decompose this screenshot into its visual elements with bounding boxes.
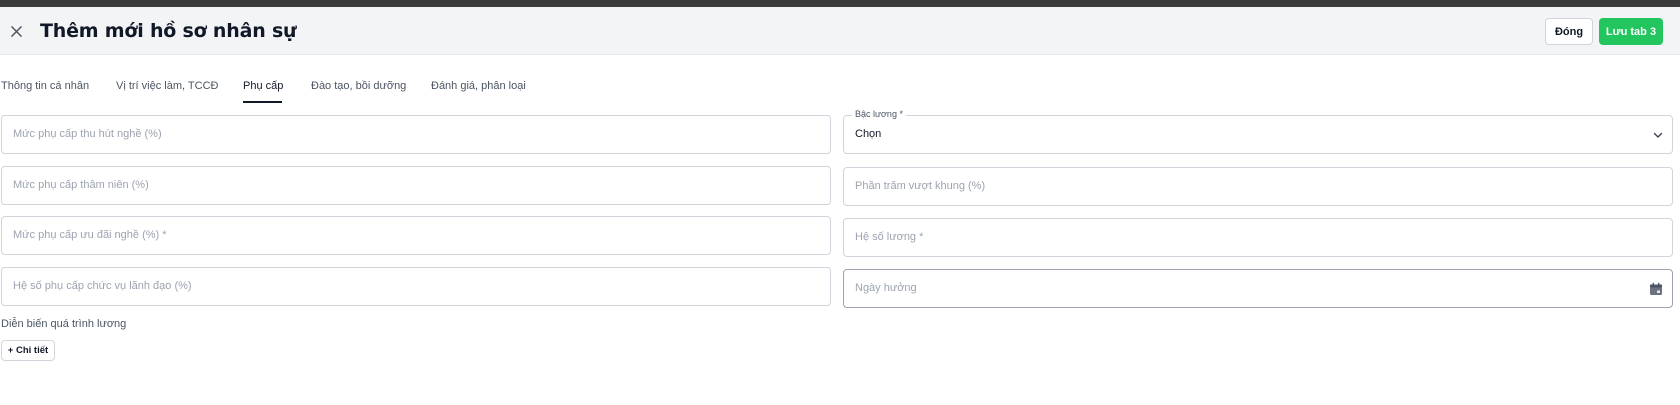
modal-header: Thêm mới hồ sơ nhân sự Đóng Lưu tab 3 — [0, 7, 1680, 55]
preferential-allowance-input[interactable]: Mức phụ cấp ưu đãi nghề (%) * — [1, 216, 831, 255]
salary-grade-label: Bậc lương * — [852, 109, 906, 119]
input-placeholder: Mức phụ cấp thâm niên (%) — [13, 179, 149, 191]
input-placeholder: Phần trăm vượt khung (%) — [855, 180, 986, 192]
close-icon — [10, 25, 22, 37]
tab-training[interactable]: Đào tạo, bồi dưỡng — [311, 80, 406, 92]
close-text-button[interactable]: Đóng — [1545, 18, 1593, 45]
add-detail-button[interactable]: + Chi tiết — [1, 340, 55, 361]
tab-bar: Thông tin cá nhân Vị trí việc làm, TCCĐ … — [0, 76, 700, 104]
tab-allowance[interactable]: Phụ cấp — [243, 80, 283, 92]
salary-grade-select[interactable]: Bậc lương * Chọn — [843, 109, 1673, 154]
input-placeholder: Ngày hưởng — [855, 282, 917, 294]
input-placeholder: Mức phụ cấp ưu đãi nghề (%) * — [13, 229, 167, 241]
active-tab-indicator — [243, 101, 282, 103]
chevron-down-icon — [1653, 132, 1663, 138]
tab-job-position[interactable]: Vị trí việc làm, TCCĐ — [116, 80, 218, 92]
attraction-allowance-input[interactable]: Mức phụ cấp thu hút nghề (%) — [1, 115, 831, 154]
over-frame-percent-input[interactable]: Phần trăm vượt khung (%) — [843, 167, 1673, 206]
calendar-icon[interactable] — [1649, 282, 1663, 296]
seniority-allowance-input[interactable]: Mức phụ cấp thâm niên (%) — [1, 166, 831, 205]
salary-grade-value: Chọn — [855, 128, 882, 140]
close-button[interactable] — [4, 19, 28, 43]
save-tab-button[interactable]: Lưu tab 3 — [1599, 18, 1663, 45]
salary-coefficient-input[interactable]: Hệ số lương * — [843, 218, 1673, 257]
input-placeholder: Mức phụ cấp thu hút nghề (%) — [13, 128, 162, 140]
input-placeholder: Hệ số lương * — [855, 231, 924, 243]
tab-evaluation[interactable]: Đánh giá, phân loại — [431, 80, 526, 92]
page-title: Thêm mới hồ sơ nhân sự — [40, 20, 297, 42]
leadership-allowance-input[interactable]: Hệ số phụ cấp chức vụ lãnh đạo (%) — [1, 267, 831, 306]
salary-history-label: Diễn biến quá trình lương — [1, 318, 127, 330]
window-top-bar — [0, 0, 1680, 7]
input-placeholder: Hệ số phụ cấp chức vụ lãnh đạo (%) — [13, 280, 192, 292]
effective-date-input[interactable]: Ngày hưởng — [843, 269, 1673, 308]
tab-personal-info[interactable]: Thông tin cá nhân — [1, 80, 89, 92]
